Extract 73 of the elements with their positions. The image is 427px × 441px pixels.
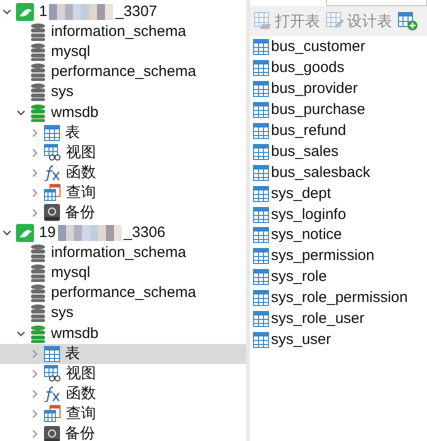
tree-item-label[interactable]: 备份 <box>65 204 95 222</box>
table-name[interactable]: bus_sales <box>271 142 339 161</box>
view-icon <box>44 365 61 382</box>
connection-port: _3306 <box>124 224 166 242</box>
table-icon <box>253 311 269 328</box>
table-name[interactable]: sys_role_permission <box>271 289 408 308</box>
database-name[interactable]: information_schema <box>51 244 186 262</box>
tree-item-label[interactable]: 函数 <box>66 164 96 182</box>
table-icon <box>253 102 269 118</box>
view-icon <box>44 144 61 162</box>
table-icon <box>253 164 269 181</box>
table-icon <box>44 346 60 362</box>
search-field[interactable] <box>326 0 427 6</box>
table-name[interactable]: bus_customer <box>271 38 366 56</box>
backup-icon <box>44 204 60 222</box>
table-icon <box>253 39 269 56</box>
database-name[interactable]: performance_schema <box>51 63 196 82</box>
database-name[interactable]: wmsdb <box>51 324 99 343</box>
new-table-button[interactable] <box>398 12 418 30</box>
table-name[interactable]: sys_role <box>271 268 327 286</box>
database-name[interactable]: sys <box>51 83 74 102</box>
table-name[interactable]: sys_dept <box>271 184 332 203</box>
table-name[interactable]: bus_refund <box>271 122 346 140</box>
database-name[interactable]: wmsdb <box>51 104 99 122</box>
backup-icon <box>44 426 60 441</box>
tree-item-label[interactable]: 视图 <box>66 144 96 162</box>
open-table-icon <box>254 12 272 30</box>
table-icon <box>253 81 269 98</box>
table-name[interactable]: sys_user <box>271 330 332 349</box>
database-name[interactable]: mysql <box>51 43 90 62</box>
table-name[interactable]: bus_purchase <box>271 101 366 120</box>
mosaic-drawing <box>49 4 114 20</box>
function-icon <box>44 164 61 181</box>
table-icon <box>253 269 269 286</box>
query-icon <box>44 184 61 202</box>
new-table-icon <box>398 12 418 30</box>
function-icon <box>44 386 61 402</box>
connection-icon <box>16 3 34 22</box>
table-icon <box>253 227 269 244</box>
table-icon <box>253 60 269 76</box>
tree-item-label[interactable]: 表 <box>65 344 80 363</box>
table-name[interactable]: sys_loginfo <box>271 206 346 224</box>
table-name[interactable]: bus_salesback <box>271 164 370 182</box>
table-name[interactable]: sys_notice <box>271 226 342 244</box>
table-icon <box>253 206 269 223</box>
tree-item-label[interactable]: 查询 <box>66 184 96 202</box>
mosaic-drawing <box>58 225 122 242</box>
table-name[interactable]: sys_role_user <box>271 310 364 328</box>
table-icon <box>253 332 269 348</box>
tree-item-label[interactable]: 视图 <box>66 364 96 383</box>
table-name[interactable]: bus_goods <box>271 59 344 78</box>
connection-icon <box>16 224 34 242</box>
design-table-icon <box>326 12 344 30</box>
database-name[interactable]: performance_schema <box>51 284 196 302</box>
table-icon <box>253 144 269 160</box>
tree-item-label[interactable]: 表 <box>65 124 80 142</box>
table-icon <box>253 290 269 306</box>
database-name[interactable]: sys <box>51 304 74 322</box>
connection-name-prefix: 1 <box>39 3 48 22</box>
database-name[interactable]: mysql <box>51 264 90 282</box>
table-name[interactable]: sys_permission <box>271 247 374 266</box>
tree-item-label[interactable]: 备份 <box>65 425 95 441</box>
tree-item-label[interactable]: 函数 <box>66 384 96 403</box>
table-icon <box>44 124 60 141</box>
tree-item-label[interactable]: 查询 <box>66 404 96 423</box>
query-icon <box>44 405 61 422</box>
table-icon <box>253 123 269 139</box>
connection-port: _3307 <box>115 3 158 22</box>
connection-name-prefix: 19 <box>39 224 56 242</box>
table-icon <box>253 248 269 264</box>
table-icon <box>253 186 269 202</box>
table-name[interactable]: bus_provider <box>271 80 358 98</box>
database-name[interactable]: information_schema <box>51 23 186 42</box>
